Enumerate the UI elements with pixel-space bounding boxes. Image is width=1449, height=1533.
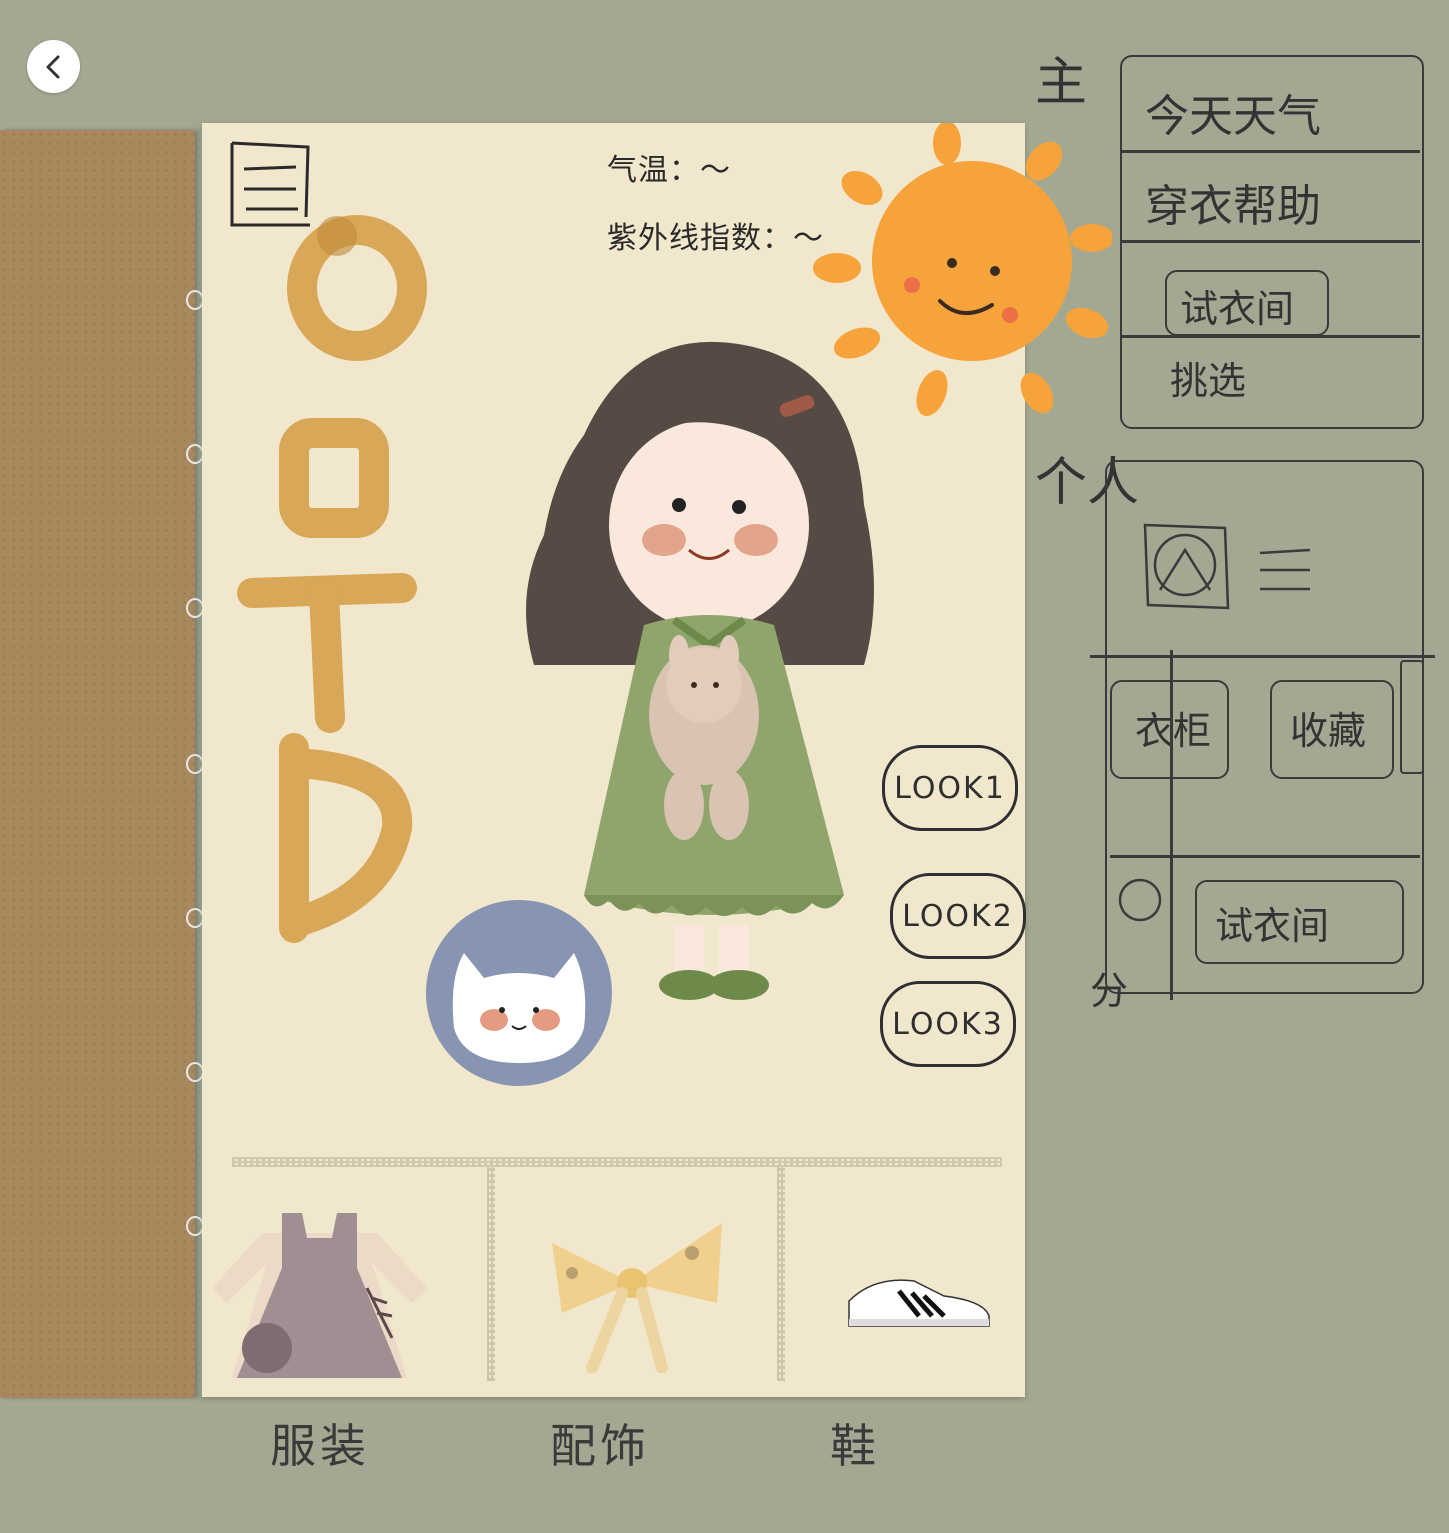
sketch-fitting-room: 试衣间 — [1180, 287, 1295, 331]
category-divider — [777, 1167, 785, 1381]
sketch-closet: 衣柜 — [1135, 709, 1212, 753]
cat-sticker-icon — [426, 900, 612, 1086]
category-divider — [232, 1157, 1002, 1167]
sketch-find: 分 — [1090, 969, 1129, 1013]
sketch-outfit-tips: 穿衣帮助 — [1145, 181, 1321, 232]
accessory-label[interactable]: 配饰 — [550, 1410, 650, 1476]
notebook-cover — [0, 130, 195, 1398]
shoes-label[interactable]: 鞋 — [830, 1410, 880, 1476]
sketch-avatar-icon — [1143, 523, 1230, 610]
look-2-button[interactable]: LOOK2 — [890, 873, 1026, 959]
sketch-today-weather: 今天天气 — [1145, 91, 1321, 142]
temperature-label: 气温：～ — [607, 153, 731, 188]
accessory-category-icon[interactable] — [542, 1213, 727, 1373]
clothing-label[interactable]: 服装 — [270, 1410, 370, 1476]
sketch-collection: 收藏 — [1290, 709, 1367, 753]
dress-category-icon[interactable] — [207, 1208, 432, 1383]
notebook-page: 气温：～ 紫外线指数：～ O O T D — [202, 123, 1112, 1397]
back-button[interactable] — [27, 40, 80, 93]
uv-index-label: 紫外线指数：～ — [607, 221, 824, 256]
look-3-button[interactable]: LOOK3 — [880, 981, 1016, 1067]
chevron-left-icon — [46, 55, 59, 78]
shoe-category-icon[interactable] — [844, 1271, 994, 1331]
look-1-button[interactable]: LOOK1 — [882, 745, 1018, 831]
sketch-fitting-room-2: 试衣间 — [1215, 904, 1330, 948]
category-divider — [487, 1167, 495, 1381]
sketch-menu-icon — [1259, 548, 1311, 591]
sketch-shopping: 挑选 — [1170, 359, 1247, 403]
sketch-main-label: 主 — [1035, 53, 1088, 113]
ootd-title — [237, 215, 427, 943]
sketch-item-icon — [1118, 878, 1162, 922]
